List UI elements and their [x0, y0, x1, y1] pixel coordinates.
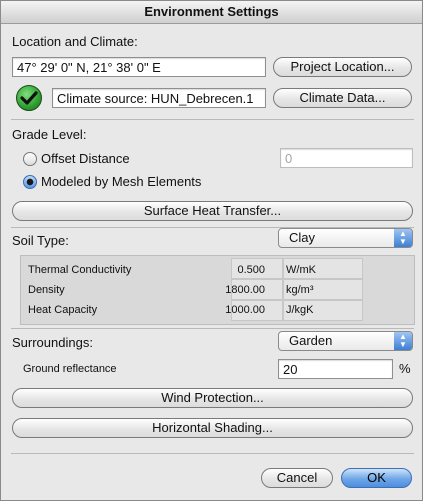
surroundings-select[interactable]: Garden ▲ ▼ [278, 331, 413, 351]
separator [11, 328, 414, 329]
dialog-title: Environment Settings [1, 1, 422, 24]
coordinates-field[interactable]: 47° 29' 0" N, 21° 38' 0" E [12, 57, 266, 77]
environment-settings-dialog: Environment Settings Location and Climat… [0, 0, 423, 501]
select-arrows-icon: ▲ ▼ [394, 332, 412, 350]
property-unit: W/mK [286, 264, 316, 276]
ok-button[interactable]: OK [341, 468, 412, 488]
separator [11, 453, 414, 454]
separator [11, 119, 414, 120]
surroundings-heading: Surroundings: [12, 335, 93, 350]
offset-distance-label: Offset Distance [41, 151, 130, 166]
property-value: 1800.00 [225, 284, 265, 296]
property-name: Heat Capacity [28, 304, 98, 316]
location-heading: Location and Climate: [12, 34, 138, 49]
property-name: Thermal Conductivity [28, 264, 132, 276]
property-unit: kg/m³ [286, 284, 314, 296]
modeled-by-mesh-radio[interactable] [23, 175, 37, 189]
climate-data-button[interactable]: Climate Data... [273, 88, 412, 108]
climate-ok-icon [16, 85, 42, 111]
ground-reflectance-input[interactable]: 20 [278, 359, 393, 379]
select-arrows-icon: ▲ ▼ [394, 229, 412, 247]
offset-distance-radio[interactable] [23, 152, 37, 166]
surroundings-value: Garden [289, 333, 333, 348]
climate-source-field: Climate source: HUN_Debrecen.1 [52, 88, 266, 108]
property-name: Density [28, 284, 65, 296]
property-value: 0.500 [237, 264, 265, 276]
soil-type-heading: Soil Type: [12, 233, 69, 248]
wind-protection-button[interactable]: Wind Protection... [12, 388, 413, 408]
grade-heading: Grade Level: [12, 127, 87, 142]
soil-properties-panel: Thermal Conductivity 0.500 W/mK Density … [20, 255, 415, 325]
ground-reflectance-label: Ground reflectance [23, 363, 117, 375]
property-unit: J/kgK [286, 304, 314, 316]
soil-type-select[interactable]: Clay ▲ ▼ [278, 228, 413, 248]
modeled-by-mesh-label: Modeled by Mesh Elements [41, 174, 202, 189]
soil-type-value: Clay [289, 230, 316, 245]
horizontal-shading-button[interactable]: Horizontal Shading... [12, 418, 413, 438]
surface-heat-transfer-button[interactable]: Surface Heat Transfer... [12, 201, 413, 221]
cancel-button[interactable]: Cancel [261, 468, 333, 488]
project-location-button[interactable]: Project Location... [273, 57, 412, 77]
offset-distance-input[interactable]: 0 [280, 148, 413, 168]
ground-reflectance-unit: % [399, 361, 411, 376]
property-value: 1000.00 [225, 304, 265, 316]
